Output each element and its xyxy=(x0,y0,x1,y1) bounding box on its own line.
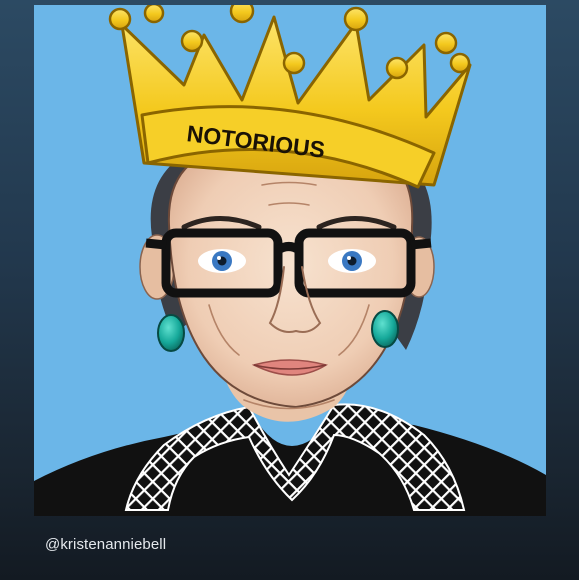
right-earring-icon xyxy=(371,310,399,348)
right-eye xyxy=(328,249,376,273)
notorious-portrait-illustration: NOTORIOUS xyxy=(34,5,546,516)
left-eye xyxy=(198,249,246,273)
post-image[interactable]: NOTORIOUS xyxy=(34,5,546,516)
credit-handle[interactable]: @kristenanniebell xyxy=(45,536,166,553)
left-earring-icon xyxy=(157,314,185,352)
